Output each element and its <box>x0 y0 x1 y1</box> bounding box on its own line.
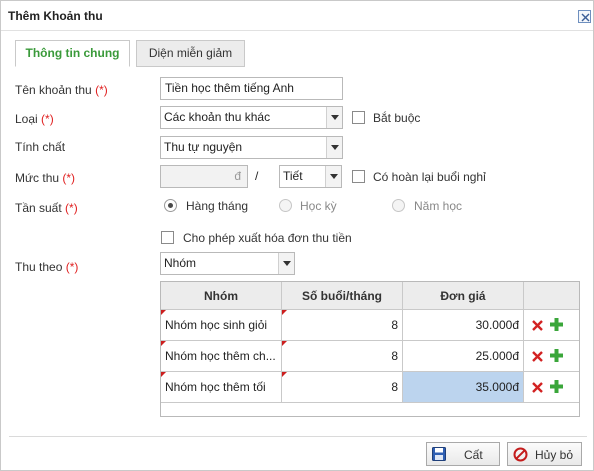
column-header-sessions: Số buổi/tháng <box>282 282 403 310</box>
add-icon[interactable] <box>549 348 564 363</box>
column-header-actions <box>524 282 579 310</box>
fee-type-label: Loại (*) <box>15 112 54 126</box>
rate-unit: đ <box>234 169 241 183</box>
fee-nature-label: Tính chất <box>15 140 66 154</box>
table-row-price-cell-selected[interactable]: 35.000đ <box>403 372 524 403</box>
frequency-label: Tần suất (*) <box>15 201 78 215</box>
add-icon[interactable] <box>549 379 564 394</box>
footer-divider <box>9 436 587 437</box>
dialog-title: Thêm Khoản thu <box>8 9 103 23</box>
fee-nature-value: Thu tự nguyện <box>164 140 243 154</box>
collect-by-select[interactable]: Nhóm <box>160 252 295 275</box>
table-row-price-cell[interactable]: 30.000đ <box>403 310 524 341</box>
rate-label: Mức thu (*) <box>15 171 76 185</box>
rate-per-value: Tiết <box>283 169 303 183</box>
cancel-icon <box>513 447 528 462</box>
chevron-down-icon <box>278 253 294 274</box>
close-icon <box>581 13 590 22</box>
tab-general-info[interactable]: Thông tin chung <box>15 40 130 67</box>
table-row-sessions-cell[interactable]: 8 <box>282 310 403 341</box>
collect-by-value: Nhóm <box>164 256 197 270</box>
fee-name-label: Tên khoản thu (*) <box>15 83 108 97</box>
rate-per-select[interactable]: Tiết <box>279 165 342 188</box>
save-button[interactable]: Cất <box>426 442 500 466</box>
dialog-titlebar: Thêm Khoản thu <box>1 1 593 31</box>
delete-icon[interactable] <box>532 351 543 362</box>
mandatory-checkbox[interactable] <box>352 111 365 124</box>
frequency-term-label: Học kỳ <box>300 199 337 213</box>
frequency-monthly-label: Hàng tháng <box>186 199 249 213</box>
table-row-group-cell[interactable]: Nhóm học sinh giỏi <box>161 310 282 341</box>
column-header-price: Đơn giá <box>403 282 524 310</box>
table-row-sessions-cell[interactable]: 8 <box>282 372 403 403</box>
table-row-price-cell[interactable]: 25.000đ <box>403 341 524 372</box>
rate-separator: / <box>255 169 259 183</box>
delete-icon[interactable] <box>532 382 543 393</box>
table-row-actions <box>524 310 579 341</box>
chevron-down-icon <box>326 137 342 158</box>
column-header-group: Nhóm <box>161 282 282 310</box>
frequency-year-label: Năm học <box>414 199 463 213</box>
tab-discount-cases[interactable]: Diện miễn giảm <box>136 40 245 67</box>
allow-invoice-checkbox[interactable] <box>161 231 174 244</box>
close-button[interactable] <box>578 10 591 23</box>
frequency-term-radio[interactable] <box>279 199 292 212</box>
fee-type-value: Các khoản thu khác <box>164 110 271 124</box>
rate-amount-input[interactable]: đ <box>160 165 248 188</box>
group-fee-grid: Nhóm Số buổi/tháng Đơn giá Nhóm học sinh… <box>160 281 580 417</box>
table-row-sessions-cell[interactable]: 8 <box>282 341 403 372</box>
refund-absence-label: Có hoàn lại buổi nghỉ <box>373 170 486 184</box>
table-row-group-cell[interactable]: Nhóm học thêm ch... <box>161 341 282 372</box>
mandatory-label: Bắt buộc <box>373 111 421 125</box>
chevron-down-icon <box>325 166 341 187</box>
fee-type-select[interactable]: Các khoản thu khác <box>160 106 343 129</box>
refund-absence-checkbox[interactable] <box>352 170 365 183</box>
frequency-monthly-radio[interactable] <box>164 199 177 212</box>
save-button-label: Cất <box>464 448 483 462</box>
collect-by-label: Thu theo (*) <box>15 260 79 274</box>
cancel-button[interactable]: Hủy bỏ <box>507 442 582 466</box>
allow-invoice-label: Cho phép xuất hóa đơn thu tiền <box>183 231 352 245</box>
floppy-disk-icon <box>432 447 446 461</box>
add-fee-dialog: Thêm Khoản thu Thông tin chung Diện miễn… <box>0 0 594 471</box>
cancel-button-label: Hủy bỏ <box>535 448 574 462</box>
chevron-down-icon <box>326 107 342 128</box>
fee-name-input[interactable]: Tiền học thêm tiếng Anh <box>160 77 343 100</box>
table-row-actions <box>524 372 579 403</box>
delete-icon[interactable] <box>532 320 543 331</box>
table-row-group-cell[interactable]: Nhóm học thêm tối <box>161 372 282 403</box>
table-row-actions <box>524 341 579 372</box>
frequency-year-radio[interactable] <box>392 199 405 212</box>
fee-nature-select[interactable]: Thu tự nguyện <box>160 136 343 159</box>
add-icon[interactable] <box>549 317 564 332</box>
